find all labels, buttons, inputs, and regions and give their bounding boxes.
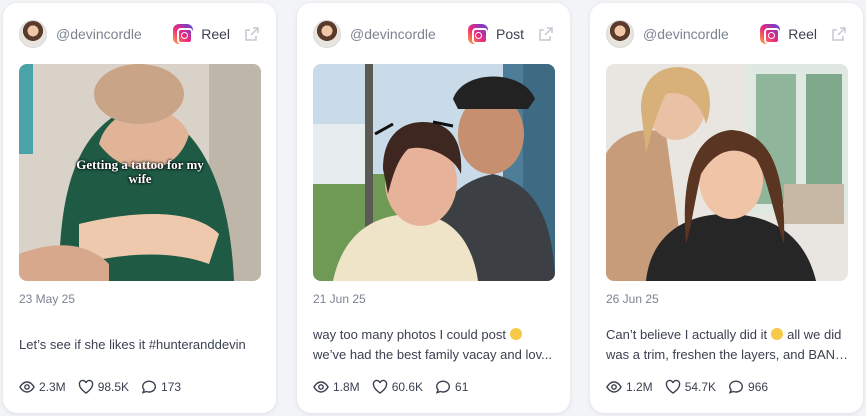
comment-icon	[141, 380, 157, 394]
caption-line: Let’s see if she likes it #hunteranddevi…	[19, 337, 246, 352]
external-link-icon[interactable]	[538, 26, 554, 42]
likes-stat: 98.5K	[78, 379, 129, 395]
post-caption: Can’t believe I actually did it all we di…	[606, 325, 849, 365]
avatar[interactable]	[313, 20, 341, 48]
likes-count: 54.7K	[684, 380, 717, 394]
post-caption: way too many photos I could post we’ve h…	[313, 325, 556, 365]
external-link-icon[interactable]	[244, 26, 260, 42]
card-header: @devincordle Reel	[590, 19, 863, 49]
views-stat: 1.2M	[606, 379, 653, 395]
post-type-label: Post	[495, 26, 524, 42]
post-thumbnail[interactable]	[313, 64, 555, 281]
comments-stat: 173	[141, 379, 181, 395]
views-count: 1.2M	[626, 380, 653, 394]
thumbnail-image	[313, 64, 555, 281]
instagram-icon	[760, 24, 781, 44]
thumbnail-overlay-text: Getting a tattoo for my wife	[76, 157, 204, 186]
comments-stat: 966	[728, 379, 768, 395]
comments-stat: 61	[435, 379, 468, 395]
caption-line: way too many photos I could post	[313, 325, 556, 345]
emoji-icon	[509, 328, 522, 340]
likes-count: 60.6K	[391, 380, 424, 394]
post-card-2[interactable]: @devincordle Post 21 Jun 25 way too many…	[297, 3, 570, 413]
post-date: 26 Jun 25	[606, 292, 659, 306]
heart-icon	[78, 379, 93, 394]
account-handle[interactable]: @devincordle	[643, 26, 760, 42]
account-handle[interactable]: @devincordle	[56, 26, 173, 42]
post-card-3[interactable]: @devincordle Reel 26 Jun 25 Can’t believ…	[590, 3, 863, 413]
thumbnail-image	[606, 64, 848, 281]
post-thumbnail[interactable]	[606, 64, 848, 281]
post-stats: 2.3M 98.5K 173	[19, 379, 193, 395]
heart-icon	[372, 379, 387, 394]
card-header: @devincordle Post	[297, 19, 570, 49]
post-card-1[interactable]: @devincordle Reel Getting a tattoo for m…	[3, 3, 276, 413]
eye-icon	[606, 381, 622, 393]
comment-icon	[435, 380, 451, 394]
caption-line: we’ve had the best family vacay and lov.…	[313, 347, 552, 362]
eye-icon	[19, 381, 35, 393]
card-header: @devincordle Reel	[3, 19, 276, 49]
post-type-label: Reel	[788, 26, 817, 42]
caption-line: was a trim, freshen the layers, and BANG…	[606, 347, 849, 362]
instagram-icon	[467, 24, 488, 44]
caption-text: Can’t believe I actually did it	[606, 327, 768, 342]
emoji-icon	[771, 328, 784, 340]
external-link-icon[interactable]	[831, 26, 847, 42]
eye-icon	[313, 381, 329, 393]
instagram-icon	[173, 24, 194, 44]
caption-text: way too many photos I could post	[313, 327, 506, 342]
post-type-label: Reel	[201, 26, 230, 42]
views-stat: 2.3M	[19, 379, 66, 395]
comments-count: 966	[748, 380, 769, 394]
views-count: 2.3M	[39, 380, 66, 394]
post-date: 21 Jun 25	[313, 292, 366, 306]
post-stats: 1.2M 54.7K 966	[606, 379, 780, 395]
avatar[interactable]	[606, 20, 634, 48]
views-stat: 1.8M	[313, 379, 360, 395]
post-thumbnail[interactable]: Getting a tattoo for my wife	[19, 64, 261, 281]
heart-icon	[665, 379, 680, 394]
avatar[interactable]	[19, 20, 47, 48]
caption-text: all we did	[787, 327, 842, 342]
comment-icon	[728, 380, 744, 394]
post-caption: Let’s see if she likes it #hunteranddevi…	[19, 335, 262, 355]
comments-count: 173	[161, 380, 182, 394]
likes-stat: 60.6K	[372, 379, 423, 395]
likes-count: 98.5K	[97, 380, 130, 394]
comments-count: 61	[455, 380, 469, 394]
post-stats: 1.8M 60.6K 61	[313, 379, 480, 395]
likes-stat: 54.7K	[665, 379, 716, 395]
post-date: 23 May 25	[19, 292, 76, 306]
caption-line: Can’t believe I actually did it all we di…	[606, 325, 849, 345]
views-count: 1.8M	[333, 380, 360, 394]
account-handle[interactable]: @devincordle	[350, 26, 468, 42]
